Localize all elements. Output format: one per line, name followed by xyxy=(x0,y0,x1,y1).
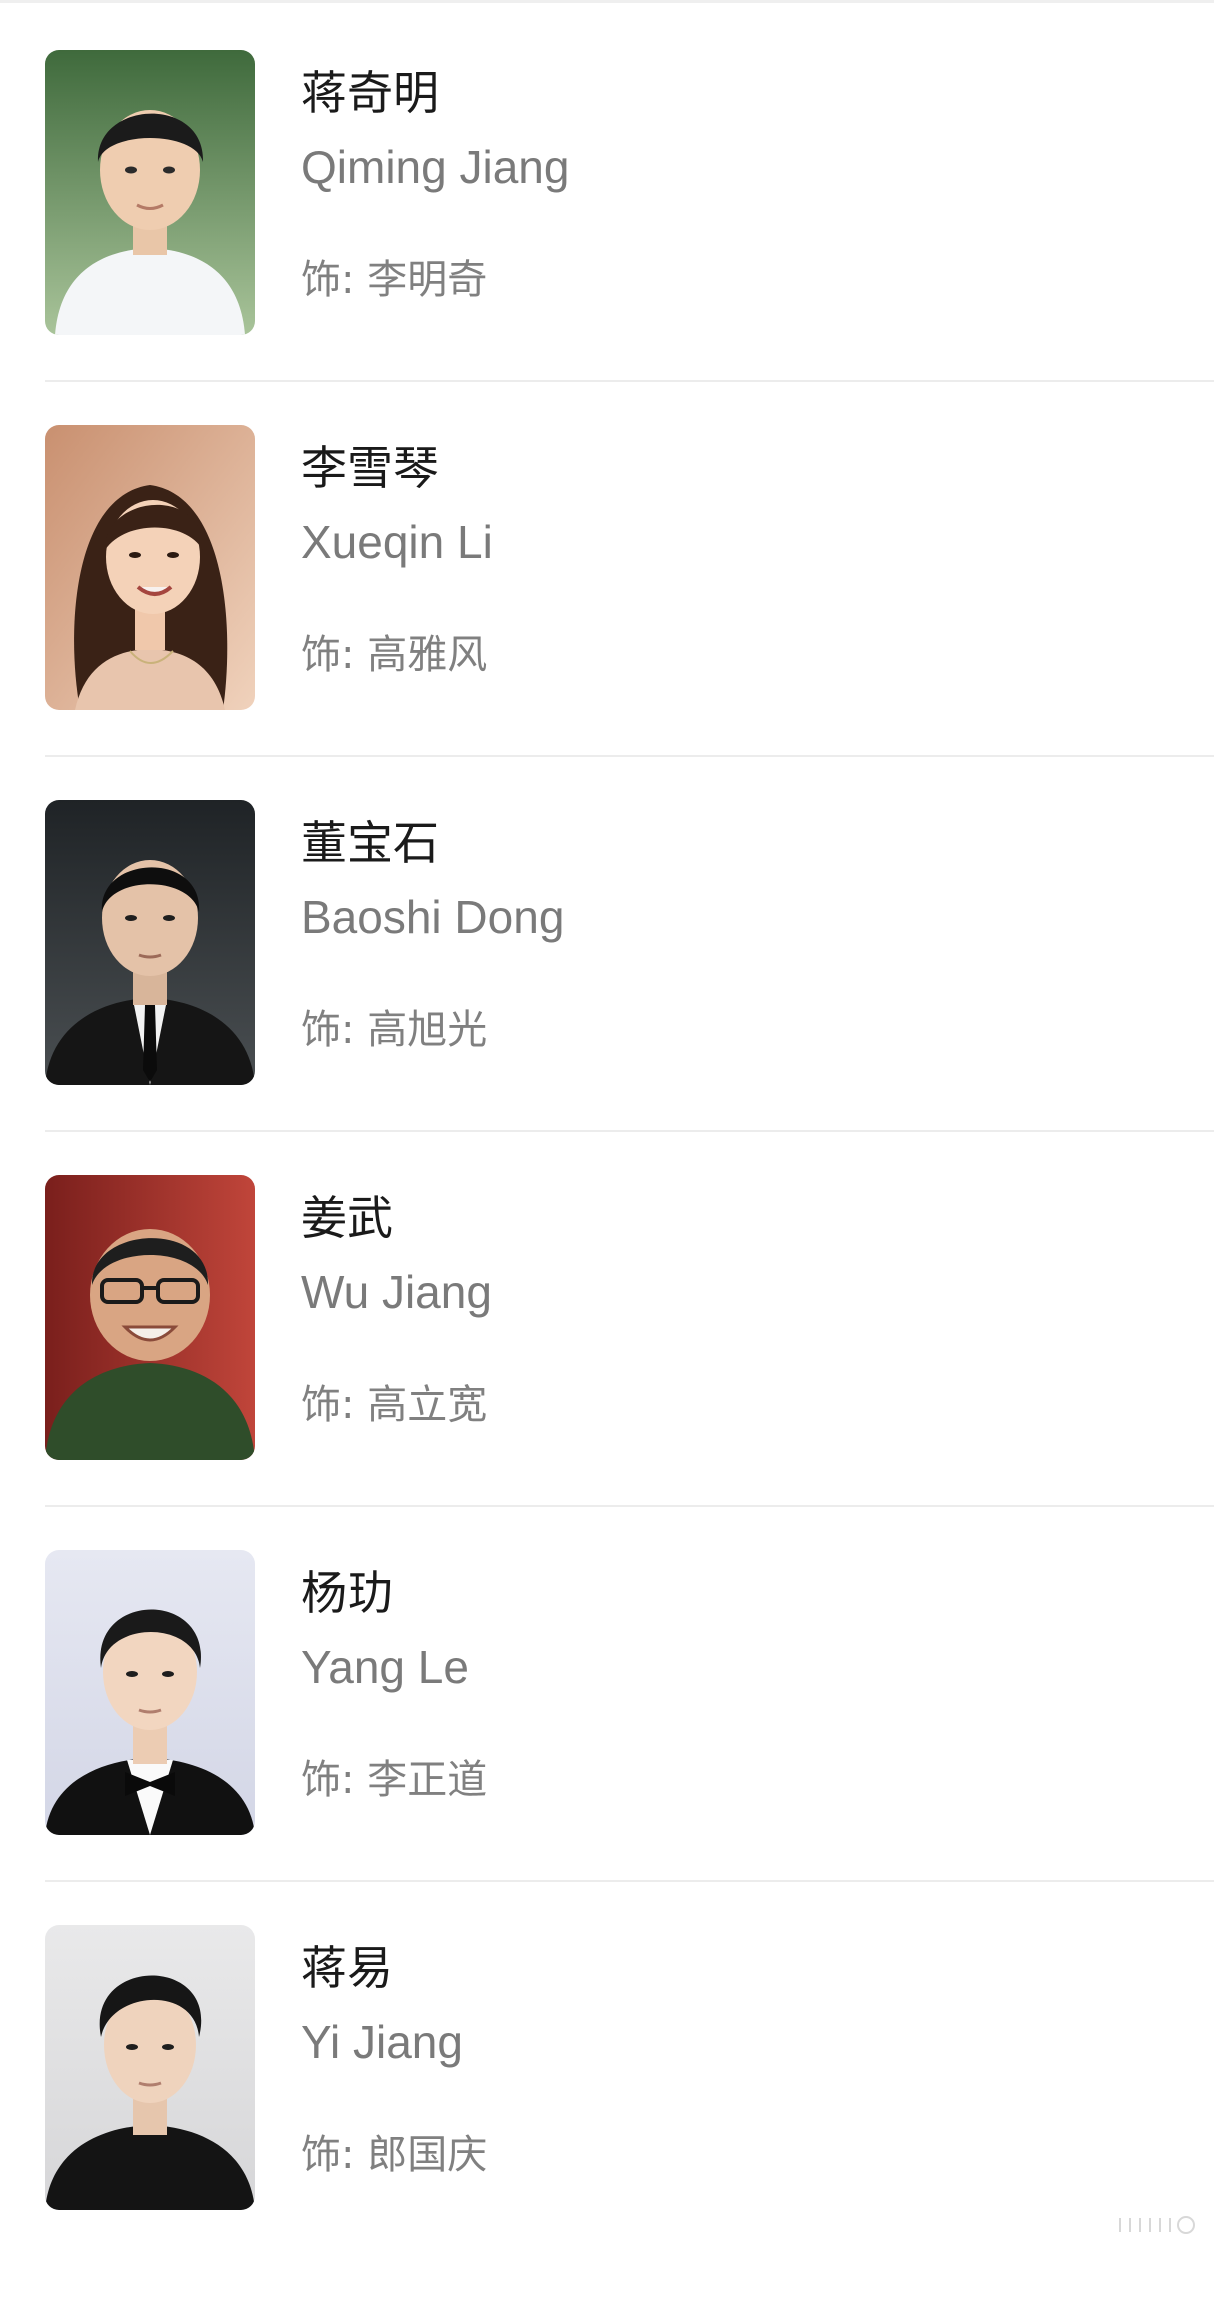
portrait-icon xyxy=(45,1175,255,1460)
cast-item[interactable]: 蒋易 Yi Jiang 饰: 郎国庆 xyxy=(0,1925,1214,2300)
actor-photo xyxy=(45,50,255,335)
cast-item[interactable]: 李雪琴 Xueqin Li 饰: 高雅风 xyxy=(0,425,1214,800)
actor-name-english: Yi Jiang xyxy=(301,2016,463,2068)
actor-name-chinese: 杨玏 xyxy=(301,1566,393,1620)
actor-photo xyxy=(45,425,255,710)
actor-photo xyxy=(45,1175,255,1460)
actor-photo xyxy=(45,1925,255,2210)
actor-name-english: Wu Jiang xyxy=(301,1266,492,1318)
actor-name-english: Baoshi Dong xyxy=(301,891,565,943)
row-divider xyxy=(45,755,1214,757)
actor-name-chinese: 蒋奇明 xyxy=(301,66,439,120)
actor-photo xyxy=(45,1550,255,1835)
actor-photo xyxy=(45,800,255,1085)
actor-name-chinese: 蒋易 xyxy=(301,1941,393,1995)
portrait-icon xyxy=(45,800,255,1085)
cast-item[interactable]: 姜武 Wu Jiang 饰: 高立宽 xyxy=(0,1175,1214,1550)
row-divider xyxy=(45,1880,1214,1882)
portrait-icon xyxy=(45,50,255,335)
character-role: 饰: 高旭光 xyxy=(301,1007,488,1053)
cast-item[interactable]: 杨玏 Yang Le 饰: 李正道 xyxy=(0,1550,1214,1925)
character-role: 饰: 李正道 xyxy=(301,1757,488,1803)
row-divider xyxy=(45,1130,1214,1132)
cast-item[interactable]: 蒋奇明 Qiming Jiang 饰: 李明奇 xyxy=(0,50,1214,425)
watermark-icon xyxy=(1119,2216,1195,2234)
character-role: 饰: 李明奇 xyxy=(301,257,488,303)
actor-name-english: Xueqin Li xyxy=(301,516,493,568)
portrait-icon xyxy=(45,425,255,710)
portrait-icon xyxy=(45,1550,255,1835)
top-divider xyxy=(0,0,1214,3)
actor-name-english: Yang Le xyxy=(301,1641,469,1693)
cast-item[interactable]: 董宝石 Baoshi Dong 饰: 高旭光 xyxy=(0,800,1214,1175)
actor-name-chinese: 董宝石 xyxy=(301,816,439,870)
actor-name-chinese: 李雪琴 xyxy=(301,441,439,495)
character-role: 饰: 高立宽 xyxy=(301,1382,488,1428)
actor-name-chinese: 姜武 xyxy=(301,1191,393,1245)
character-role: 饰: 郎国庆 xyxy=(301,2132,488,2178)
actor-name-english: Qiming Jiang xyxy=(301,141,570,193)
row-divider xyxy=(45,1505,1214,1507)
character-role: 饰: 高雅风 xyxy=(301,632,488,678)
portrait-icon xyxy=(45,1925,255,2210)
row-divider xyxy=(45,380,1214,382)
